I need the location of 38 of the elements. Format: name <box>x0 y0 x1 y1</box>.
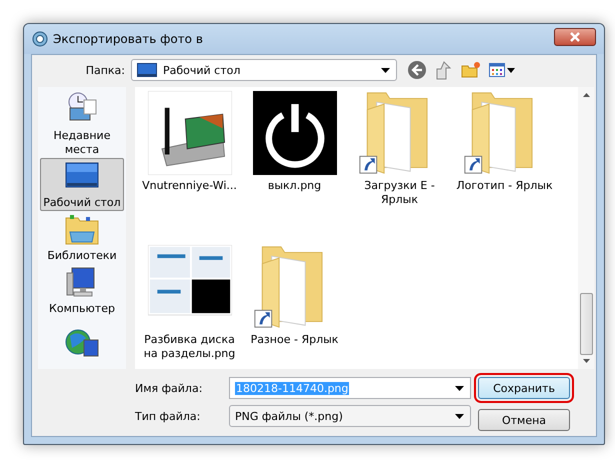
sidebar-item[interactable]: Компьютер <box>40 264 124 317</box>
sidebar-item[interactable]: Библиотеки <box>40 211 124 264</box>
grid-view-icon <box>489 63 505 77</box>
back-icon[interactable] <box>407 60 427 80</box>
window-title: Экспортировать фото в <box>53 32 204 46</box>
scroll-thumb[interactable] <box>580 293 592 355</box>
folder-dropdown[interactable]: Рабочий стол <box>131 59 397 81</box>
close-icon <box>569 32 581 42</box>
view-menu-button[interactable] <box>489 63 515 77</box>
new-folder-icon[interactable] <box>461 61 481 79</box>
scroll-down-icon[interactable] <box>582 359 590 363</box>
folder-label: Папка: <box>84 64 125 76</box>
save-button[interactable]: Сохранить <box>478 377 570 399</box>
file-name[interactable]: выкл.png <box>268 179 322 193</box>
file-name[interactable]: Загрузки E - Ярлык <box>348 179 452 207</box>
power-symbol-picture[interactable] <box>252 91 336 175</box>
caret-icon <box>507 68 515 72</box>
close-button[interactable] <box>554 28 596 46</box>
file-name[interactable]: Разное - Ярлык <box>250 333 338 347</box>
camera-icon <box>32 31 48 47</box>
up-folder-icon[interactable] <box>435 60 453 80</box>
scrollbar[interactable] <box>578 87 594 369</box>
desktop-icon <box>137 63 157 77</box>
file-name[interactable]: Разбивка диска на разделы.png <box>138 333 242 361</box>
file-name[interactable]: Vnutrenniye-Wi... <box>142 179 237 193</box>
file-name[interactable]: Логотип - Ярлык <box>456 179 553 193</box>
file-name-label: Имя файла: <box>135 382 204 394</box>
scroll-up-icon[interactable] <box>582 93 590 97</box>
file-type-dropdown[interactable]: PNG файлы (*.png) <box>229 405 471 427</box>
sidebar-item[interactable]: Недавние места <box>40 91 124 158</box>
library-folder-icon <box>64 212 100 246</box>
sidebar-item[interactable]: Рабочий стол <box>40 158 124 211</box>
caret-icon <box>455 414 464 418</box>
caret-icon <box>381 68 390 72</box>
network-card-picture[interactable] <box>148 91 232 175</box>
caret-icon <box>455 386 464 390</box>
cancel-button[interactable]: Отмена <box>478 409 570 431</box>
file-type-label: Тип файла: <box>135 410 202 422</box>
